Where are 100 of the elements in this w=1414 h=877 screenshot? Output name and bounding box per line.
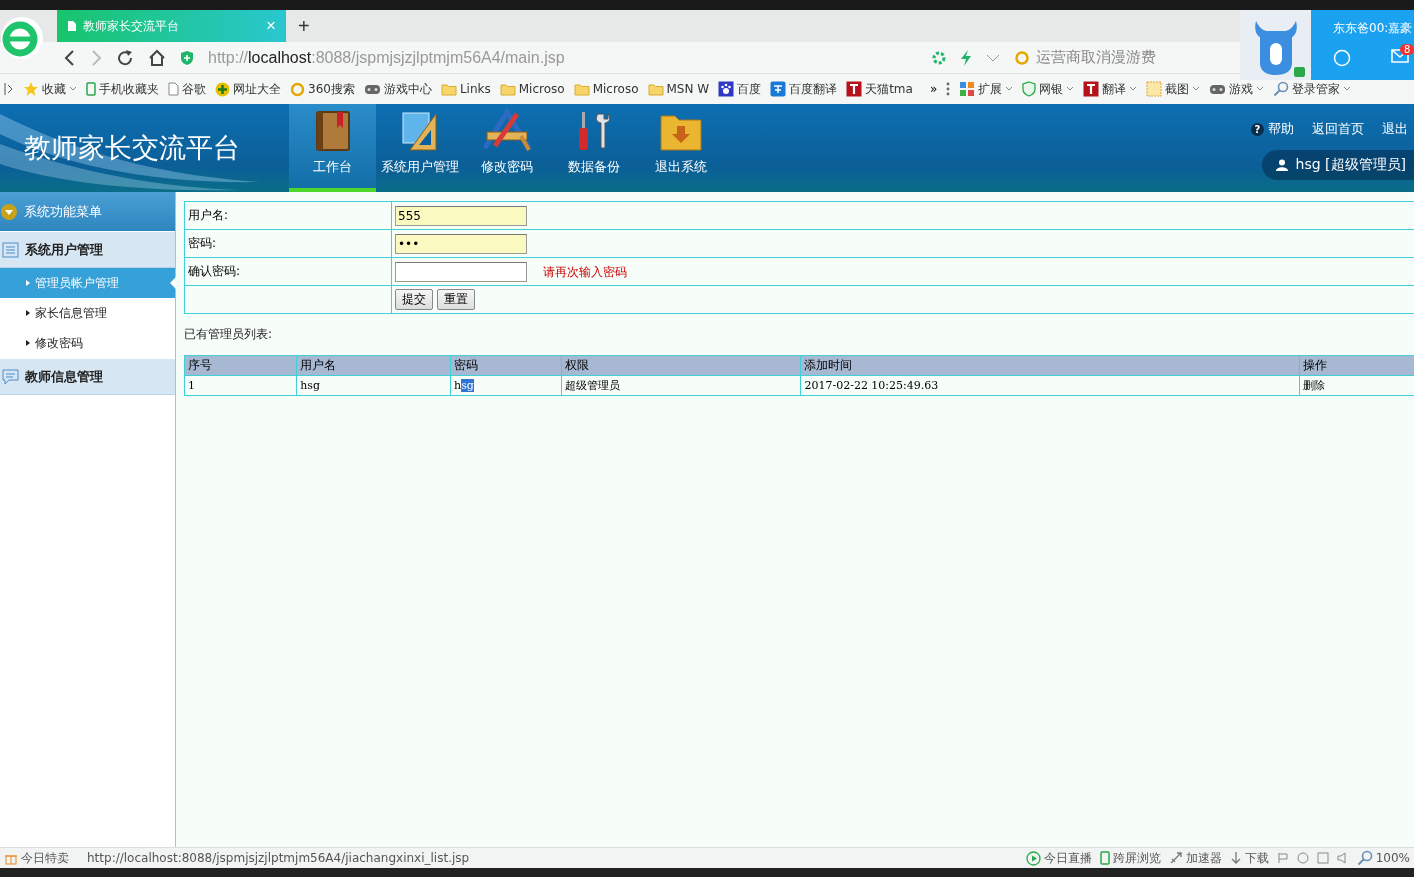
header-link[interactable]: 帮助 bbox=[1268, 120, 1294, 138]
cell-text: 超级管理员 bbox=[565, 379, 621, 392]
crop-icon bbox=[1146, 81, 1163, 97]
reload-icon bbox=[116, 48, 134, 67]
input-field[interactable] bbox=[395, 261, 527, 282]
chat-icon bbox=[2, 368, 19, 385]
ring-icon bbox=[1014, 49, 1030, 66]
user-badge: hsg [超级管理员] bbox=[1261, 150, 1414, 180]
menu-group[interactable]: 系统用户管理 bbox=[0, 231, 175, 268]
bookmark[interactable]: 手机收藏夹 bbox=[99, 80, 159, 98]
folder-icon bbox=[573, 82, 590, 96]
toolbar-item[interactable]: 截图 bbox=[1165, 80, 1190, 98]
bookmark[interactable]: MSN W bbox=[666, 82, 710, 96]
more-bookmarks-button[interactable]: » bbox=[929, 82, 938, 96]
bookmark[interactable]: 天猫tma bbox=[865, 80, 913, 98]
list-title: 已有管理员列表: bbox=[184, 327, 273, 341]
status-item[interactable]: 下载 bbox=[1244, 849, 1269, 867]
column-header: 添加时间 bbox=[800, 355, 1300, 376]
chevron-down-icon bbox=[1192, 86, 1201, 92]
status-link[interactable]: 今日特卖 bbox=[21, 849, 69, 867]
page-icon bbox=[168, 82, 179, 96]
folder-icon bbox=[499, 82, 516, 96]
bookmark[interactable]: 谷歌 bbox=[182, 80, 206, 98]
ring-icon bbox=[290, 81, 305, 97]
new-tab-button[interactable]: + bbox=[286, 14, 322, 38]
input-field[interactable]: 555 bbox=[395, 205, 527, 226]
column-header: 密码 bbox=[450, 355, 562, 376]
bookmark[interactable]: Microso bbox=[592, 82, 639, 96]
lightning-icon bbox=[960, 49, 972, 66]
menu-item[interactable]: 家长信息管理 bbox=[0, 298, 175, 328]
form-button[interactable]: 重置 bbox=[437, 289, 475, 310]
help-icon: ? bbox=[1251, 122, 1264, 136]
menu-group[interactable]: 教师信息管理 bbox=[0, 358, 175, 395]
bookmark[interactable]: 360搜索 bbox=[308, 80, 355, 98]
cell-text: 删除 bbox=[1302, 379, 1325, 392]
toolbar-item[interactable]: 网银 bbox=[1039, 80, 1064, 98]
status-item[interactable]: 今日直播 bbox=[1043, 849, 1092, 867]
header-link[interactable]: 退出 bbox=[1382, 120, 1408, 138]
bookmark[interactable]: 百度 bbox=[737, 80, 762, 98]
toolbar-item[interactable]: 游戏 bbox=[1229, 80, 1254, 98]
status-url: http://localhost:8088/jspmjsjzjlptmjm56A4/jiachangxinxi_list.jsp bbox=[87, 851, 471, 865]
input-field[interactable]: ••• bbox=[395, 233, 527, 254]
zoom-level[interactable]: 100% bbox=[1375, 851, 1410, 865]
contact-name: 东东爸00:嘉豪 bbox=[1333, 20, 1414, 37]
caret-circle-icon bbox=[0, 202, 18, 221]
square-icon bbox=[1083, 81, 1100, 97]
chevron-down-icon bbox=[1066, 86, 1075, 92]
menu-item[interactable]: 修改密码 bbox=[0, 328, 175, 358]
bookmark[interactable]: 收藏 bbox=[42, 80, 66, 98]
ring-icon bbox=[932, 50, 946, 65]
bookmark[interactable]: Microso bbox=[518, 82, 565, 96]
app-title: 教师家长交流平台 bbox=[24, 131, 240, 165]
field-label: 密码: bbox=[188, 236, 217, 250]
phone-icon bbox=[1099, 851, 1110, 865]
bookmark[interactable]: Links bbox=[459, 82, 491, 96]
status-item[interactable]: 跨屏浏览 bbox=[1112, 849, 1161, 867]
paw-icon bbox=[718, 81, 735, 97]
cell-text: h bbox=[454, 379, 462, 392]
download-icon bbox=[1229, 851, 1242, 865]
cell-text: 1 bbox=[188, 379, 195, 392]
cell-text: hsg bbox=[300, 379, 320, 392]
chevron-down-icon bbox=[1343, 86, 1352, 92]
page-icon bbox=[67, 20, 77, 32]
bookmark[interactable]: 网址大全 bbox=[233, 80, 281, 98]
column-header: 操作 bbox=[1299, 355, 1414, 376]
column-header: 序号 bbox=[184, 355, 297, 376]
column-header: 权限 bbox=[561, 355, 801, 376]
nav-tab[interactable]: 系统用户管理 bbox=[376, 104, 463, 192]
nav-tab[interactable]: 数据备份 bbox=[550, 104, 637, 192]
chevron-down-icon bbox=[1256, 86, 1265, 92]
search-icon bbox=[1356, 850, 1373, 866]
form-button[interactable]: 提交 bbox=[395, 289, 433, 310]
toolbar-item[interactable]: 翻译 bbox=[1102, 80, 1127, 98]
column-header: 用户名 bbox=[296, 355, 451, 376]
translate-icon bbox=[770, 81, 787, 97]
back-icon bbox=[64, 48, 76, 67]
bookmark[interactable]: 游戏中心 bbox=[383, 80, 432, 98]
chevron-down-icon bbox=[69, 86, 77, 92]
nav-tab[interactable]: 修改密码 bbox=[463, 104, 550, 192]
puzzle-icon bbox=[959, 81, 976, 97]
shield-icon bbox=[180, 49, 194, 66]
tab-title: 教师家长交流平台 bbox=[83, 17, 180, 35]
cell-text: 2017-02-22 10:25:49.63 bbox=[804, 379, 939, 392]
status-item[interactable]: 加速器 bbox=[1185, 849, 1222, 867]
menu-header: 系统功能菜单 bbox=[0, 192, 175, 231]
address-field[interactable]: http://localhost:8088/jspmjsjzjlptmjm56A4/main.jsp bbox=[208, 48, 918, 67]
folder-icon bbox=[658, 112, 703, 152]
browser-icon bbox=[1296, 852, 1309, 864]
nav-tab[interactable]: 退出系统 bbox=[637, 104, 724, 192]
more-vertical-icon bbox=[946, 82, 951, 96]
badge: 8 bbox=[1400, 44, 1414, 55]
toolbar-item[interactable]: 扩展 bbox=[978, 80, 1003, 98]
selected-text: sg bbox=[461, 379, 474, 392]
toolbar-item[interactable]: 登录管家 bbox=[1292, 80, 1341, 98]
forward-icon bbox=[90, 48, 102, 67]
header-link[interactable]: 返回首页 bbox=[1312, 120, 1364, 138]
bookmark[interactable]: 百度翻译 bbox=[789, 80, 838, 98]
field-label: 用户名: bbox=[188, 208, 229, 222]
nav-tab[interactable]: 工作台 bbox=[289, 104, 376, 192]
folder-icon bbox=[440, 82, 457, 96]
